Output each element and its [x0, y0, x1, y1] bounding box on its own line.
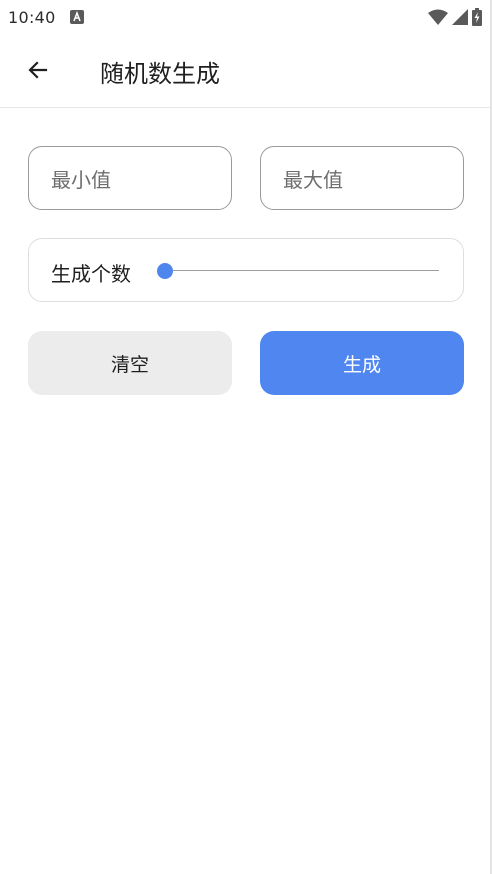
battery-charging-icon [472, 8, 482, 26]
back-button[interactable] [20, 52, 56, 88]
status-bar: 10:40 [0, 0, 492, 34]
max-value-input[interactable]: 最大值 [260, 146, 464, 210]
status-left: 10:40 [8, 8, 84, 27]
status-right [428, 8, 484, 26]
min-value-placeholder: 最小值 [51, 167, 111, 192]
max-value-placeholder: 最大值 [283, 167, 343, 192]
page-title: 随机数生成 [100, 60, 220, 88]
clear-button-label: 清空 [110, 353, 149, 376]
wifi-icon [428, 9, 448, 25]
count-card: 生成个数 [28, 238, 464, 302]
count-label: 生成个数 [51, 262, 131, 286]
app-bar: 随机数生成 [0, 34, 492, 108]
slider-thumb[interactable] [157, 263, 173, 279]
generate-button[interactable]: 生成 [260, 331, 464, 395]
status-time: 10:40 [8, 7, 56, 27]
a-notification-icon [69, 10, 84, 24]
cell-signal-icon [452, 9, 468, 25]
arrow-left-icon [28, 61, 48, 79]
min-value-input[interactable]: 最小值 [28, 146, 232, 210]
count-slider[interactable] [157, 259, 439, 283]
clear-button[interactable]: 清空 [28, 331, 232, 395]
generate-button-label: 生成 [342, 353, 381, 376]
slider-track[interactable] [165, 270, 439, 271]
